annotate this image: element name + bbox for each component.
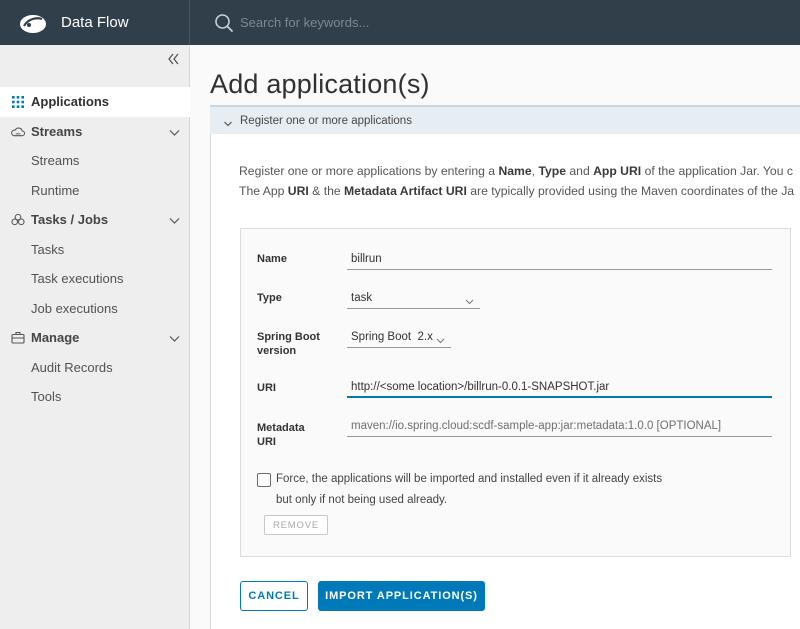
sidebar-item-tasks[interactable]: Tasks [0, 235, 190, 265]
intro-line-2: The App URI & the Metadata Artifact URI … [239, 184, 795, 198]
sidebar-item-label: Task executions [31, 271, 124, 287]
spring-boot-version-value: Spring Boot 2.x [351, 331, 433, 343]
cancel-button[interactable]: CANCEL [240, 581, 308, 611]
sidebar-item-task-executions[interactable]: Task executions [0, 264, 190, 294]
intro-line-1: Register one or more applications by ent… [239, 164, 793, 178]
uri-field[interactable]: http://<some location>/billrun-0.0.1-SNA… [347, 378, 772, 398]
sidebar-item-label: Manage [31, 330, 80, 346]
sidebar-item-label: Tasks / Jobs [31, 212, 109, 228]
sidebar-item-streams[interactable]: Streams [0, 146, 190, 176]
accordion-panel: Register one or more applications by ent… [210, 134, 800, 629]
sidebar-group-manage[interactable]: Manage [0, 323, 190, 353]
sidebar-item-job-executions[interactable]: Job executions [0, 294, 190, 324]
chevron-down-icon [169, 332, 180, 343]
collapse-sidebar-icon[interactable] [166, 52, 180, 66]
force-checkbox-label-cont: but only if not being used already. [276, 494, 448, 506]
intro-text: Register one or more applications by ent… [239, 161, 800, 201]
sidebar-group-streams[interactable]: Streams [0, 117, 190, 147]
app-registration-form: Name billrun Type task Spring Boot versio… [240, 228, 791, 557]
app-title: Data Flow [61, 14, 129, 31]
force-checkbox-label: Force, the applications will be imported… [276, 473, 663, 485]
main-content: Add application(s) Register one or more … [210, 45, 800, 629]
force-checkbox[interactable] [257, 473, 271, 487]
spring-boot-version-select[interactable]: Spring Boot 2.x [347, 328, 451, 348]
cloud-streams-icon [11, 124, 25, 138]
tasks-jobs-icon [11, 213, 25, 227]
accordion-label: Register one or more applications [240, 114, 412, 127]
sidebar-nav: Applications Streams Streams Runtime Tas… [0, 87, 190, 412]
metadata-uri-label: Metadata URI [257, 422, 305, 448]
uri-label: URI [257, 382, 276, 394]
accordion-header[interactable]: Register one or more applications [210, 105, 800, 134]
type-label: Type [257, 292, 282, 304]
import-applications-button[interactable]: IMPORT APPLICATION(S) [318, 581, 485, 611]
sidebar-item-label: Audit Records [31, 359, 113, 375]
chevron-down-icon [465, 294, 474, 305]
sidebar-item-applications[interactable]: Applications [0, 87, 190, 117]
spring-cloud-logo-icon [17, 10, 49, 36]
chevron-down-icon [169, 214, 180, 225]
search-bar [214, 13, 540, 33]
app-header: Data Flow [0, 0, 800, 45]
spring-boot-version-label: Spring Boot version [257, 331, 320, 357]
type-select-value: task [351, 292, 373, 304]
name-field[interactable]: billrun [347, 250, 772, 270]
sidebar-item-label: Runtime [31, 182, 80, 198]
apps-grid-icon [11, 95, 25, 109]
type-select[interactable]: task [347, 289, 480, 309]
chevron-down-icon [436, 333, 445, 344]
sidebar-item-label: Streams [31, 123, 83, 139]
sidebar-item-label: Tasks [31, 241, 65, 257]
name-label: Name [257, 253, 287, 265]
sidebar-group-tasks-jobs[interactable]: Tasks / Jobs [0, 205, 190, 235]
metadata-uri-field[interactable]: maven://io.spring.cloud:scdf-sample-app:… [347, 417, 772, 437]
sidebar-item-label: Applications [31, 94, 110, 110]
chevron-down-icon [169, 126, 180, 137]
chevron-down-icon [223, 116, 233, 126]
briefcase-icon [11, 331, 25, 345]
sidebar-item-label: Job executions [31, 300, 118, 316]
remove-button[interactable]: REMOVE [264, 515, 328, 535]
sidebar-item-runtime[interactable]: Runtime [0, 176, 190, 206]
sidebar-item-label: Streams [31, 153, 80, 169]
sidebar-item-audit-records[interactable]: Audit Records [0, 353, 190, 383]
search-icon[interactable] [214, 13, 234, 33]
brand[interactable]: Data Flow [0, 0, 190, 45]
page-title: Add application(s) [210, 69, 430, 99]
sidebar: Applications Streams Streams Runtime Tas… [0, 45, 190, 629]
search-input[interactable] [240, 15, 540, 30]
sidebar-item-tools[interactable]: Tools [0, 382, 190, 412]
sidebar-item-label: Tools [31, 389, 62, 405]
